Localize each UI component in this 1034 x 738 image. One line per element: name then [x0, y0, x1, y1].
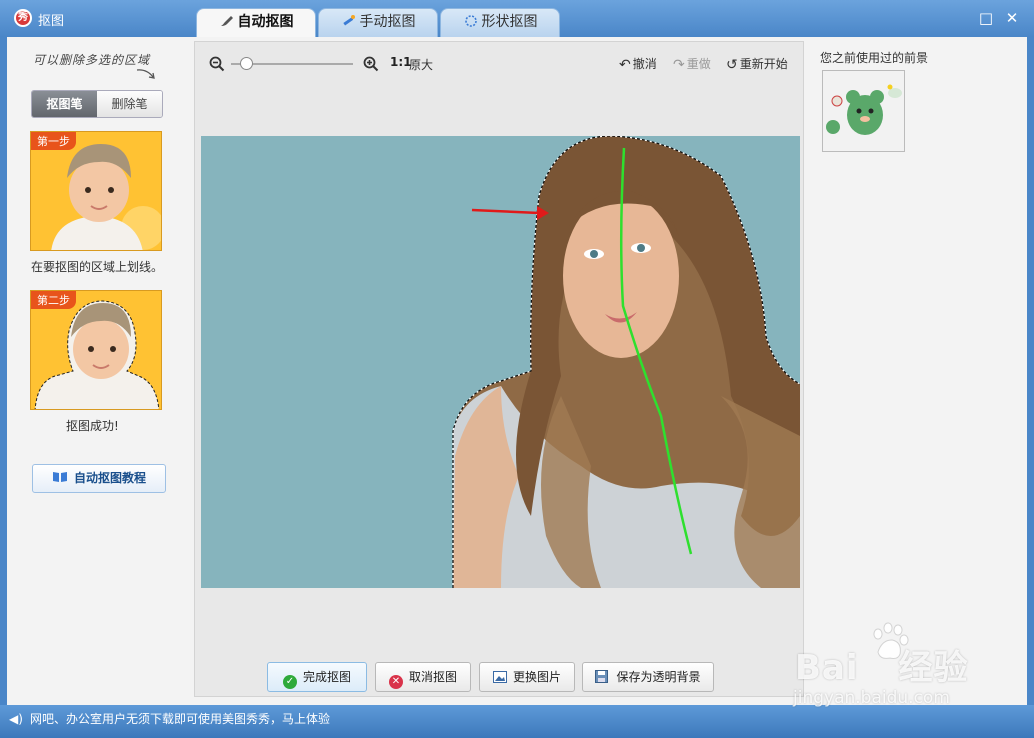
eraser-pen-button[interactable]: 删除笔 — [97, 91, 162, 117]
watermark-brand-cn: 经验 — [898, 648, 969, 688]
brush-icon — [220, 16, 233, 26]
tutorial-label: 自动抠图教程 — [73, 471, 146, 485]
redo-icon: ↷ — [673, 57, 685, 73]
cutout-pen-button[interactable]: 抠图笔 — [32, 91, 97, 117]
magic-wand-icon — [342, 15, 355, 26]
watermark-url: jingyan.baidu.com — [793, 688, 950, 708]
hint-text: 可以删除多选的区域 — [33, 53, 151, 67]
close-button[interactable]: ✕ — [1002, 9, 1022, 27]
step1-example-image: 第一步 — [30, 131, 162, 251]
redo-label: 重做 — [686, 57, 711, 71]
finish-cutout-button[interactable]: ✓ 完成抠图 — [267, 662, 367, 692]
watermark-brand: Bai 经验 — [795, 640, 969, 689]
restart-icon: ↺ — [726, 57, 738, 73]
portrait-photo — [201, 136, 800, 588]
step2-example-image: 第二步 — [30, 290, 162, 410]
watermark-brand-text: Bai — [795, 648, 859, 688]
image-canvas[interactable] — [201, 136, 800, 588]
cancel-cutout-button[interactable]: ✕ 取消抠图 — [375, 662, 471, 692]
zoom-slider-thumb[interactable] — [239, 57, 253, 70]
undo-label: 撤消 — [632, 57, 657, 71]
original-size-label[interactable]: 原大 — [409, 56, 433, 73]
shape-icon — [464, 15, 477, 27]
title-bar: 秀 抠图 自动抠图 手动抠图 形状抠图 □ ✕ — [0, 0, 1034, 38]
restart-button[interactable]: ↺ 重新开始 — [726, 55, 788, 73]
tab-label: 形状抠图 — [481, 14, 538, 30]
status-text[interactable]: 网吧、办公室用户无须下载即可使用美图秀秀，马上体验 — [30, 710, 330, 727]
step1-badge: 第一步 — [31, 132, 76, 150]
step1-caption: 在要抠图的区域上划线。 — [31, 260, 164, 274]
restart-label: 重新开始 — [739, 57, 788, 71]
step2-caption: 抠图成功! — [66, 419, 119, 433]
auto-cutout-tutorial-button[interactable]: 自动抠图教程 — [32, 464, 166, 493]
baidu-watermark: Bai 经验 jingyan.baidu.com — [790, 622, 1020, 722]
save-transparent-button[interactable]: 保存为透明背景 — [582, 662, 714, 692]
previous-foreground-label: 您之前使用过的前景 — [820, 51, 929, 65]
app-logo-icon: 秀 — [14, 9, 32, 27]
finish-cutout-label: 完成抠图 — [302, 670, 351, 684]
main-area: 可以删除多选的区域 抠图笔 删除笔 第一步 在要抠图的区域上划线。 第二步 抠图… — [7, 37, 1027, 705]
redo-button[interactable]: ↷ 重做 — [673, 55, 711, 73]
tab-manual-cutout[interactable]: 手动抠图 — [318, 8, 438, 37]
curved-arrow-icon — [136, 69, 155, 79]
check-icon: ✓ — [282, 675, 297, 689]
pen-toggle: 抠图笔 删除笔 — [31, 90, 163, 118]
save-transparent-label: 保存为透明背景 — [616, 670, 701, 684]
tab-label: 手动抠图 — [359, 14, 416, 30]
undo-icon: ↶ — [619, 57, 631, 73]
cartoon-character-thumbnail — [823, 71, 904, 151]
window-title: 抠图 — [38, 14, 65, 29]
editor-panel: 1:1 原大 ↶ 撤消 ↷ 重做 ↺ 重新开始 ✓ 完成抠图 ✕ 取消抠图 更换… — [194, 41, 804, 697]
undo-button[interactable]: ↶ 撤消 — [619, 55, 657, 73]
book-icon — [52, 466, 68, 482]
replace-image-button[interactable]: 更换图片 — [479, 662, 575, 692]
image-icon — [492, 665, 507, 683]
replace-image-label: 更换图片 — [512, 670, 561, 684]
zoom-out-icon[interactable] — [209, 56, 225, 72]
save-icon — [595, 665, 609, 683]
zoom-in-icon[interactable] — [363, 56, 379, 72]
cancel-cutout-label: 取消抠图 — [408, 670, 457, 684]
tab-auto-cutout[interactable]: 自动抠图 — [196, 8, 316, 38]
maximize-button[interactable]: □ — [976, 9, 996, 27]
step2-badge: 第二步 — [31, 291, 76, 309]
tab-label: 自动抠图 — [237, 14, 294, 30]
cancel-icon: ✕ — [388, 675, 403, 689]
previous-foreground-thumbnail[interactable] — [822, 70, 905, 152]
speaker-icon: ◀) — [9, 712, 23, 726]
tab-shape-cutout[interactable]: 形状抠图 — [440, 8, 560, 37]
